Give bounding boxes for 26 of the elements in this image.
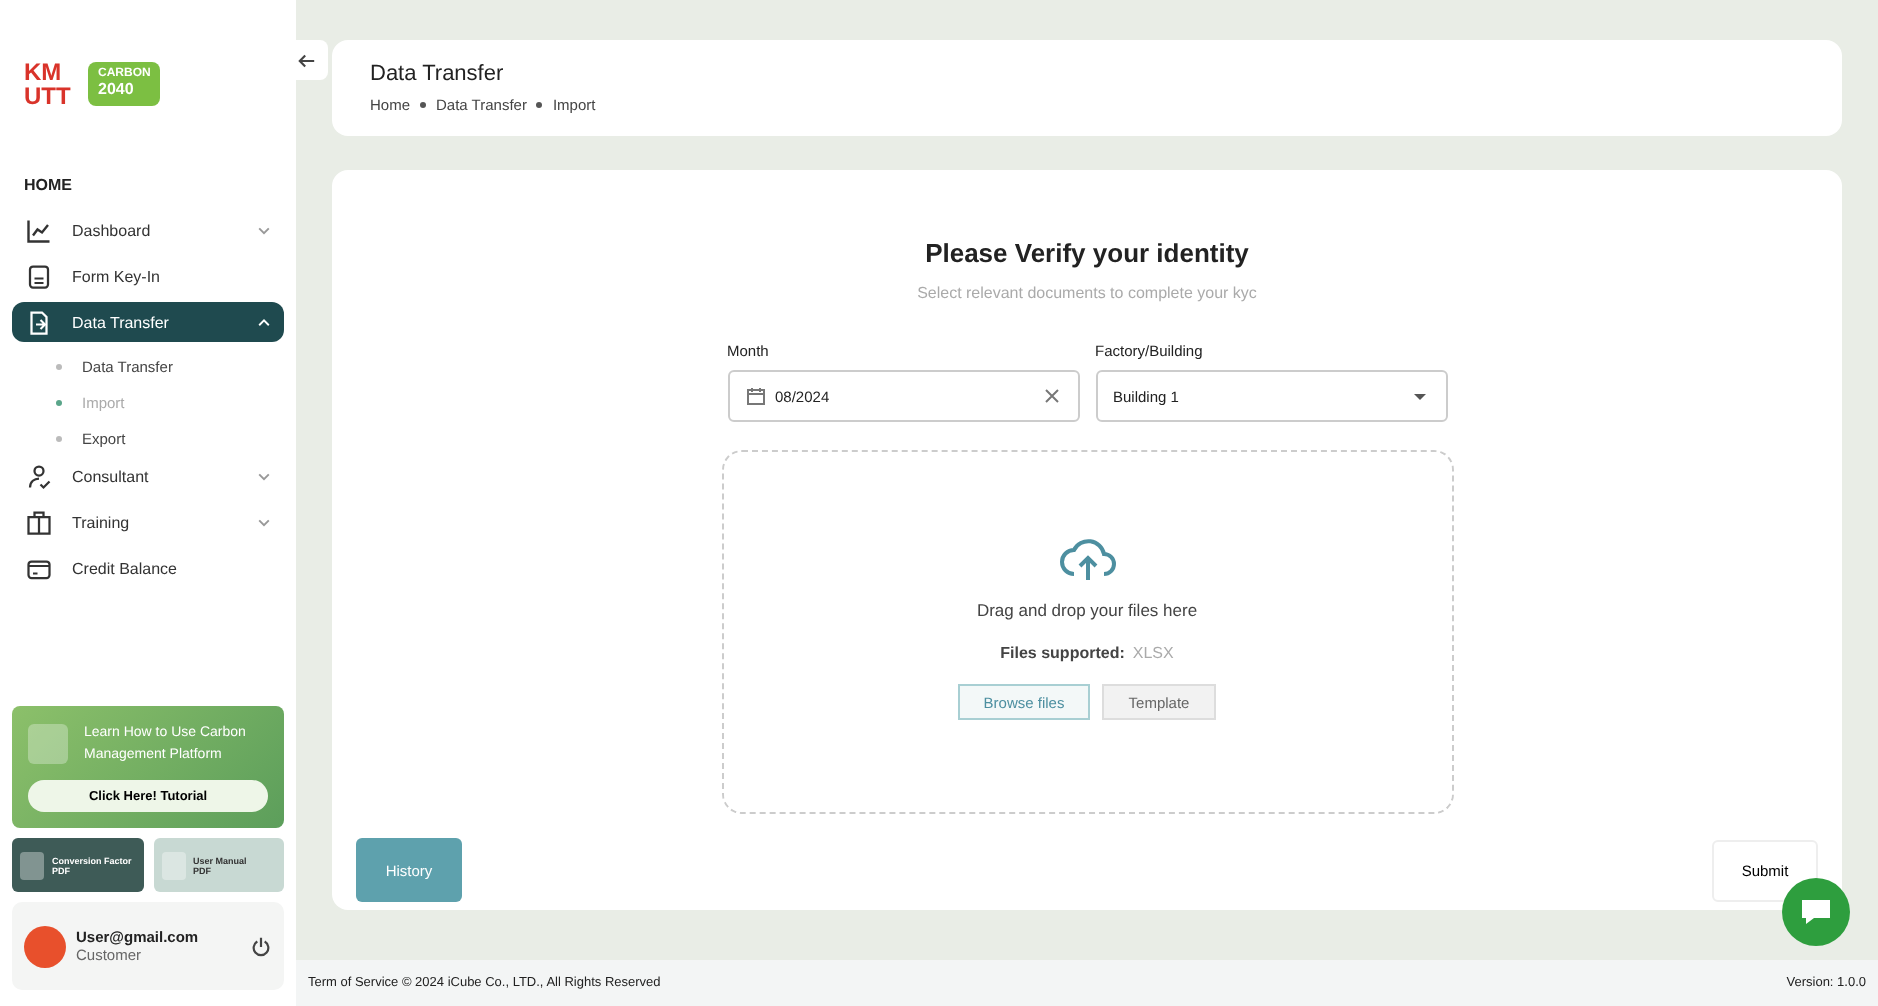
section-heading: HOME bbox=[24, 176, 74, 194]
clear-icon[interactable] bbox=[1041, 386, 1061, 406]
supported-value: XLSX bbox=[1132, 644, 1174, 662]
arrow-left-icon bbox=[297, 51, 315, 69]
form-subtitle: Select relevant documents to complete your kyc bbox=[917, 284, 1257, 302]
chat-icon bbox=[1800, 898, 1832, 926]
chat-button[interactable] bbox=[1782, 878, 1850, 946]
nav-item[interactable]: Dashboard bbox=[12, 210, 284, 250]
book-icon bbox=[24, 507, 54, 537]
nav-item[interactable]: Form Key-In bbox=[12, 256, 284, 296]
power-icon[interactable] bbox=[250, 935, 272, 957]
nav-item[interactable]: Credit Balance bbox=[12, 548, 284, 588]
avatar bbox=[24, 925, 66, 967]
calendar-icon bbox=[745, 386, 765, 406]
nav-item[interactable]: Data Transfer bbox=[12, 302, 284, 342]
logo-text: KMUTT bbox=[24, 60, 72, 108]
document-arrow-icon bbox=[24, 307, 54, 337]
person-check-icon bbox=[24, 461, 54, 491]
nav-item[interactable]: Training bbox=[12, 502, 284, 542]
form-title: Please Verify your identity bbox=[925, 238, 1249, 268]
chart-icon bbox=[24, 215, 54, 245]
page-title: Data Transfer bbox=[370, 62, 506, 86]
drop-text: Drag and drop your files here bbox=[976, 600, 1198, 620]
form-icon bbox=[24, 261, 54, 291]
nav-item[interactable]: Consultant bbox=[12, 456, 284, 496]
supported-label: Files supported: bbox=[1000, 644, 1125, 662]
